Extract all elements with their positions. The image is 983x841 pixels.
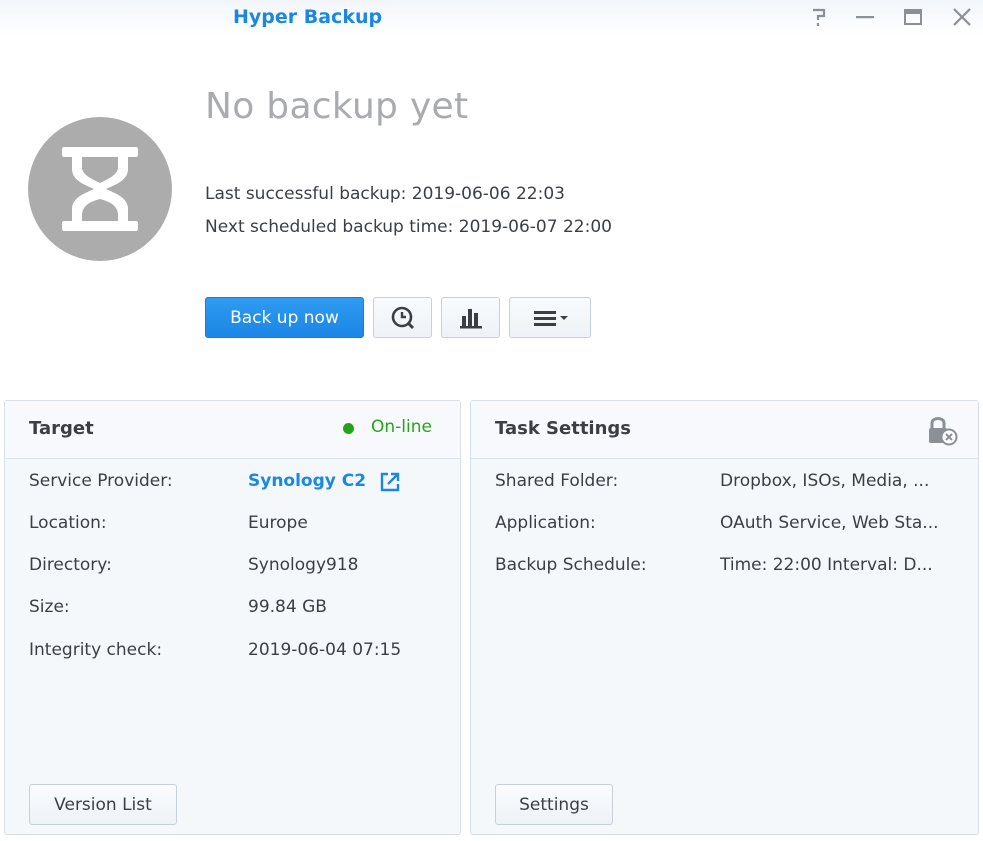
- backup-schedule-label: Backup Schedule:: [495, 555, 647, 575]
- directory-value: Synology918: [248, 555, 359, 575]
- integrity-check-label: Integrity check:: [29, 640, 163, 660]
- task-settings-title: Task Settings: [495, 418, 632, 439]
- statistics-icon: [459, 308, 482, 328]
- more-actions-menu[interactable]: [509, 297, 591, 338]
- service-provider-label: Service Provider:: [29, 471, 173, 491]
- status-indicator: [28, 117, 172, 261]
- target-panel-header: Target On-line: [5, 401, 460, 459]
- application-value: OAuth Service, Web Sta...: [720, 513, 939, 533]
- statistics-button[interactable]: [441, 297, 500, 338]
- menu-icon: [534, 310, 568, 326]
- maximize-icon[interactable]: [900, 4, 926, 30]
- online-status-dot: [343, 423, 354, 434]
- app-title: Hyper Backup: [233, 6, 383, 28]
- shared-folder-label: Shared Folder:: [495, 471, 619, 491]
- external-link-icon[interactable]: [379, 471, 401, 493]
- next-backup-info: Next scheduled backup time: 2019-06-07 2…: [205, 217, 612, 237]
- target-panel: Target On-line Service Provider: Synolog…: [4, 400, 461, 835]
- target-title: Target: [29, 418, 94, 439]
- online-status-text: On-line: [371, 417, 432, 437]
- location-label: Location:: [29, 513, 107, 533]
- service-provider-link[interactable]: Synology C2: [248, 471, 366, 491]
- status-title: No backup yet: [205, 86, 469, 127]
- settings-button[interactable]: Settings: [495, 784, 613, 825]
- title-bar: Hyper Backup: [0, 0, 983, 36]
- task-settings-header: Task Settings: [471, 401, 978, 459]
- application-label: Application:: [495, 513, 596, 533]
- directory-label: Directory:: [29, 555, 112, 575]
- location-value: Europe: [248, 513, 308, 533]
- hourglass-icon: [62, 147, 138, 231]
- integrity-check-value: 2019-06-04 07:15: [248, 640, 402, 660]
- version-list-button[interactable]: Version List: [29, 784, 177, 825]
- shared-folder-value: Dropbox, ISOs, Media, ...: [720, 471, 930, 491]
- size-value: 99.84 GB: [248, 597, 327, 617]
- size-label: Size:: [29, 597, 70, 617]
- backup-now-button[interactable]: Back up now: [205, 297, 364, 338]
- history-icon: [391, 306, 414, 329]
- history-button[interactable]: [373, 297, 432, 338]
- last-backup-info: Last successful backup: 2019-06-06 22:03: [205, 184, 565, 204]
- minimize-icon[interactable]: [852, 4, 878, 30]
- help-icon[interactable]: [806, 4, 832, 30]
- task-settings-panel: Task Settings Shared Folder: Dropbox, IS…: [470, 400, 979, 835]
- encryption-lock-icon[interactable]: [925, 413, 959, 447]
- close-icon[interactable]: [949, 4, 975, 30]
- backup-schedule-value: Time: 22:00 Interval: D...: [720, 555, 933, 575]
